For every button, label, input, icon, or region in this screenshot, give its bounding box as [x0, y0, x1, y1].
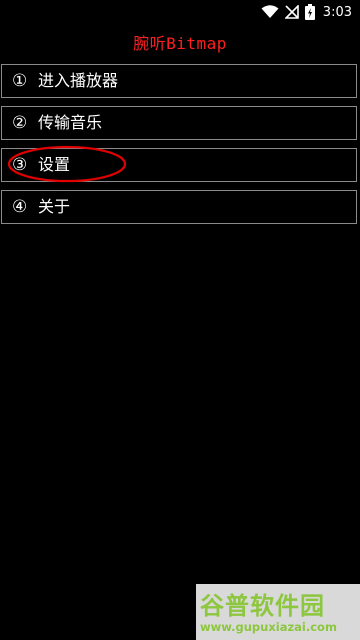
battery-charging-icon	[304, 4, 315, 20]
menu-item-label: 设置	[38, 155, 71, 174]
status-bar: 3:03	[0, 0, 360, 24]
menu-item-number: ③	[12, 155, 28, 175]
menu-item-label: 进入播放器	[38, 71, 119, 90]
status-icons: 3:03	[261, 3, 352, 21]
watermark-logo: 谷普软件园	[200, 592, 325, 620]
watermark: 谷普软件园 www.gupuxiazai.com	[196, 584, 360, 640]
menu-item-number: ②	[12, 113, 28, 133]
wifi-icon	[261, 5, 279, 19]
menu-item-about[interactable]: ④ 关于	[1, 190, 357, 224]
watermark-url: www.gupuxiazai.com	[200, 620, 337, 634]
menu-item-number: ④	[12, 197, 28, 217]
menu-item-settings[interactable]: ③ 设置	[1, 148, 357, 182]
app-screen: 3:03 腕听Bitmap ① 进入播放器 ② 传输音乐 ③ 设置 ④ 关于 谷…	[0, 0, 360, 640]
status-time: 3:03	[322, 4, 352, 20]
menu-item-enter-player[interactable]: ① 进入播放器	[1, 64, 357, 98]
menu-item-transfer-music[interactable]: ② 传输音乐	[1, 106, 357, 140]
no-signal-icon	[284, 5, 299, 19]
app-title: 腕听Bitmap	[133, 34, 227, 53]
menu-item-label: 传输音乐	[38, 113, 103, 132]
menu-item-label: 关于	[38, 197, 71, 216]
menu-item-number: ①	[12, 71, 28, 91]
